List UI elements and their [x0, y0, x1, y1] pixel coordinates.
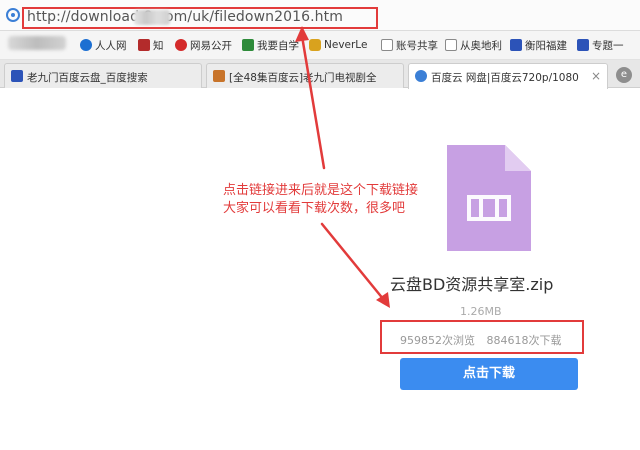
bookmark-neverle[interactable]: NeverLe	[309, 37, 367, 53]
file-stats: 959852次浏览 884618次下载	[400, 332, 570, 348]
annotation-text: 点击链接进来后就是这个下载链接 大家可以看看下载次数，很多吧	[223, 183, 419, 216]
baidu-cloud-icon	[415, 70, 427, 82]
tab-drama[interactable]: [全48集百度云]老九门电视剧全	[206, 63, 404, 88]
renren-icon	[80, 39, 92, 51]
close-tab-icon[interactable]: ×	[591, 69, 601, 83]
tab-baidu-cloud[interactable]: 百度云 网盘|百度云720p/1080 ×	[408, 63, 608, 89]
bookmark-zhihu[interactable]: 知	[138, 37, 164, 53]
doc-icon	[381, 39, 393, 51]
file-name: 云盘BD资源共享室.zip	[390, 275, 554, 294]
zixue-icon	[242, 39, 254, 51]
bookmark-account-share[interactable]: 账号共享	[381, 37, 438, 53]
zhihu-icon	[138, 39, 150, 51]
view-count: 959852次浏览	[400, 334, 475, 347]
tab-search[interactable]: 老九门百度云盘_百度搜索	[4, 63, 202, 88]
baidu-paw-icon	[11, 70, 23, 82]
download-count: 884618次下载	[486, 334, 562, 347]
bookmark-blurred	[8, 36, 66, 50]
bookmark-renren[interactable]: 人人网	[80, 37, 127, 53]
bookmark-topic[interactable]: 专题一	[577, 37, 624, 53]
neverle-icon	[309, 39, 321, 51]
file-size: 1.26MB	[460, 305, 502, 318]
url-input[interactable]: http://download 8.com/uk/filedown2016.ht…	[27, 9, 343, 25]
bookmark-zixue[interactable]: 我要自学	[242, 37, 299, 53]
paw-icon	[510, 39, 522, 51]
netease-icon	[175, 39, 187, 51]
zip-file-icon	[447, 145, 531, 251]
reload-icon[interactable]	[6, 8, 20, 22]
site-icon	[213, 70, 225, 82]
new-tab-icon[interactable]: e	[616, 67, 632, 83]
bookmark-austria[interactable]: 从奥地利	[445, 37, 502, 53]
download-button[interactable]: 点击下载	[400, 358, 578, 390]
doc-icon	[445, 39, 457, 51]
bookmark-hengyang[interactable]: 衡阳福建	[510, 37, 567, 53]
paw-icon	[577, 39, 589, 51]
bookmark-netease[interactable]: 网易公开	[175, 37, 232, 53]
url-blur-mask	[134, 10, 170, 25]
